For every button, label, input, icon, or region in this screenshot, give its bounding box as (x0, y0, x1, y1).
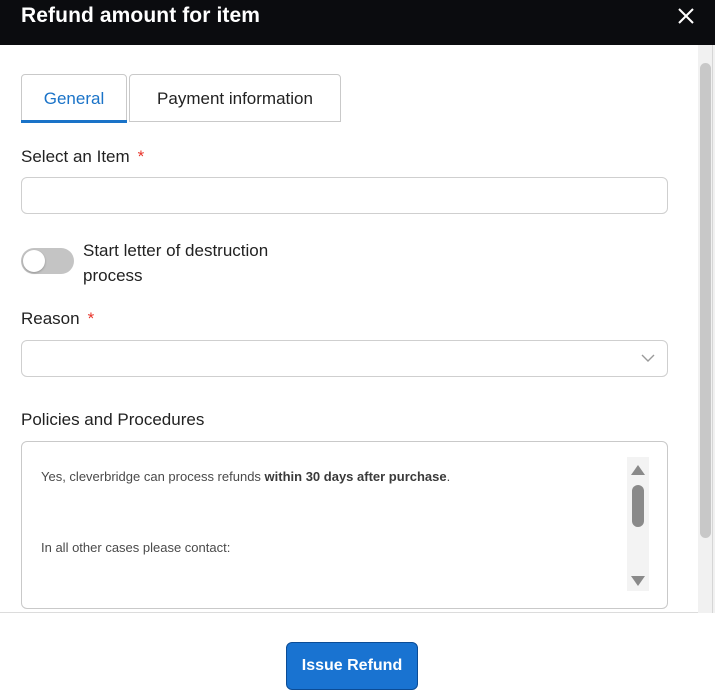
scrollbar-edge (712, 45, 713, 613)
policies-label: Policies and Procedures (21, 410, 205, 429)
destruction-letter-label: Start letter of destruction process (83, 241, 269, 285)
select-item-input[interactable] (21, 177, 668, 214)
required-asterisk: * (87, 309, 95, 328)
active-tab-indicator (21, 120, 127, 123)
dialog-header: Refund amount for item (0, 0, 715, 45)
policy-line-1-suffix: . (446, 469, 451, 484)
required-asterisk: * (137, 147, 145, 166)
tab-general[interactable]: General (21, 74, 127, 123)
tab-general-label: General (43, 89, 105, 108)
close-icon[interactable] (672, 2, 700, 30)
chevron-down-icon (641, 354, 655, 362)
scroll-up-arrow-icon[interactable] (631, 465, 645, 475)
select-item-label: Select an Item * (21, 147, 144, 167)
policies-scrollbar-thumb[interactable] (632, 485, 644, 527)
destruction-letter-toggle[interactable] (21, 248, 74, 274)
reason-select[interactable] (21, 340, 668, 377)
policy-line-1: Yes, cleverbridge can process refunds wi… (41, 469, 450, 484)
reason-label-text: Reason (21, 309, 80, 328)
select-item-label-text: Select an Item (21, 147, 130, 166)
dialog-scrollbar-thumb[interactable] (700, 63, 711, 538)
reason-label: Reason * (21, 309, 94, 329)
policies-textbox[interactable]: Yes, cleverbridge can process refunds wi… (21, 441, 668, 609)
dialog-title: Refund amount for item (21, 4, 261, 27)
policy-line-1-prefix: Yes, cleverbridge can process refunds (41, 469, 265, 484)
tab-payment-information-label: Payment information (157, 89, 313, 108)
policies-scrollbar[interactable] (627, 457, 649, 591)
toggle-knob (23, 250, 45, 272)
policy-line-2: In all other cases please contact: (41, 540, 231, 555)
dialog-scrollbar[interactable] (698, 45, 715, 613)
policy-line-1-bold: within 30 days after purchase (264, 469, 447, 484)
tab-payment-information[interactable]: Payment information (129, 74, 341, 122)
scroll-down-arrow-icon[interactable] (631, 576, 645, 586)
issue-refund-button[interactable]: Issue Refund (286, 642, 418, 690)
